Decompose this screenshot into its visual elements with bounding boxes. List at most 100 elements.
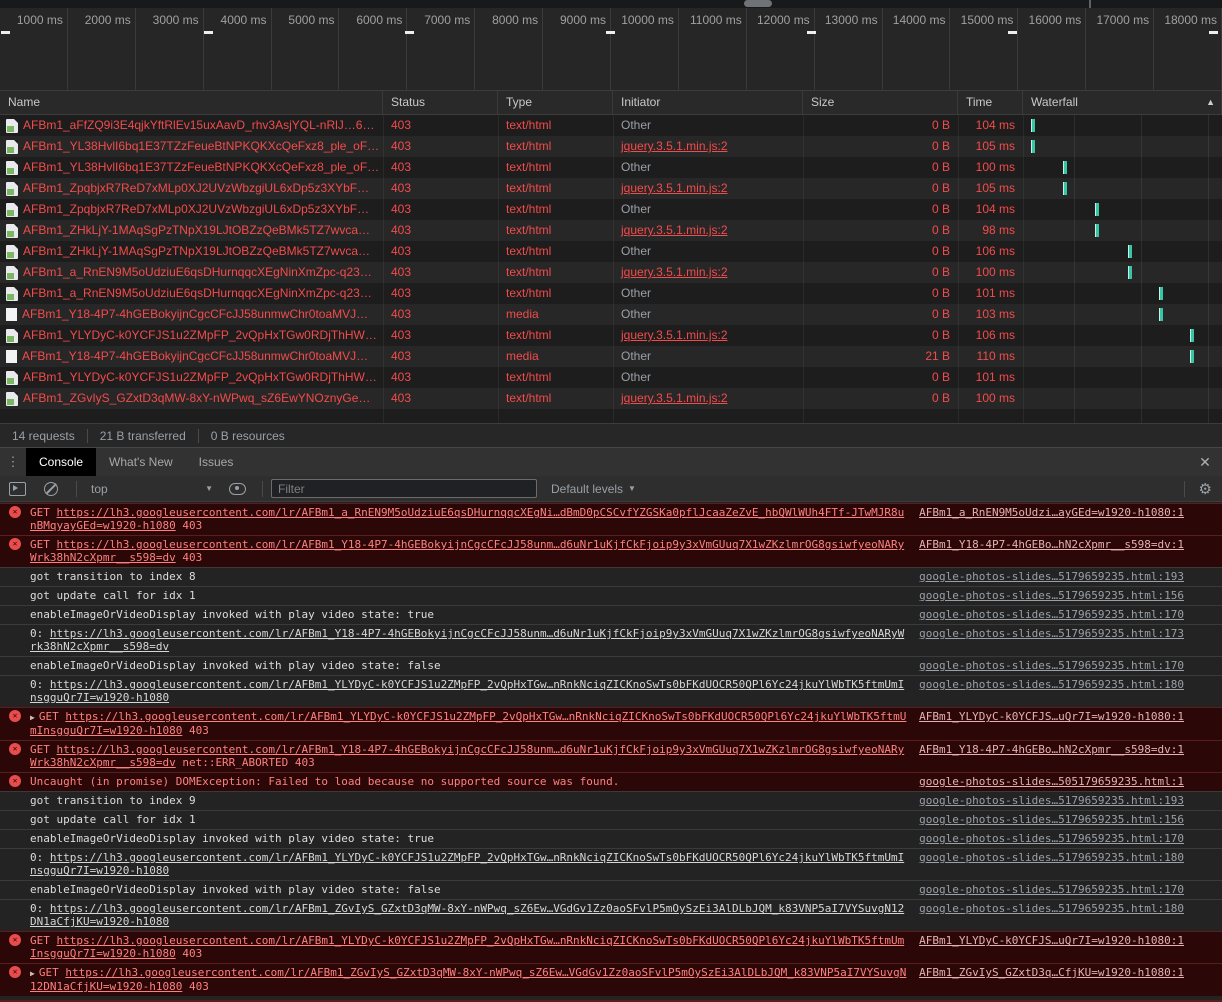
message-url-link[interactable]: https://lh3.googleusercontent.com/lr/AFB…: [30, 966, 906, 993]
column-separator[interactable]: [498, 115, 499, 423]
drawer-menu-icon[interactable]: ⋮: [0, 448, 26, 476]
request-name: AFBm1_YLYDyC-k0YCFJS1u2ZMpFP_2vQpHxTGw0R…: [23, 367, 377, 388]
message-source-link[interactable]: AFBm1_Y18-4P7-4hGEBo…hN2cXpmr__s598=dv:1: [907, 743, 1222, 756]
tab-whats-new[interactable]: What's New: [96, 448, 186, 476]
timeline-ruler[interactable]: 1000 ms2000 ms3000 ms4000 ms5000 ms6000 …: [0, 8, 1222, 91]
message-source-link[interactable]: google-photos-slides…5179659235.html:170: [907, 608, 1222, 621]
initiator-link[interactable]: jquery.3.5.1.min.js:2: [621, 223, 728, 237]
media-file-icon: [6, 308, 17, 321]
network-request-row[interactable]: AFBm1_ZHkLjY-1MAqSgPzTNpX19LJtOBZzQeBMk5…: [0, 220, 1222, 241]
message-source-link[interactable]: AFBm1_ZGvIyS_GZxtD3q…CfjKU=w1920-h1080:1: [907, 966, 1222, 979]
message-source-link[interactable]: google-photos-slides…5179659235.html:180: [907, 678, 1222, 691]
network-request-row[interactable]: AFBm1_ZGvIyS_GZxtD3qMW-8xY-nWPwq_sZ6EwYN…: [0, 388, 1222, 409]
network-request-row[interactable]: AFBm1_a_RnEN9M5oUdziuE6qsDHurnqqcXEgNinX…: [0, 262, 1222, 283]
request-waterfall: [1023, 115, 1222, 136]
message-source-link[interactable]: google-photos-slides…5179659235.html:156: [907, 589, 1222, 602]
request-initiator: jquery.3.5.1.min.js:2: [613, 178, 803, 199]
network-request-row[interactable]: AFBm1_Y18-4P7-4hGEBokyijnCgcCFcJJ58unmwC…: [0, 304, 1222, 325]
overview-scrubber-handle[interactable]: [744, 0, 772, 7]
message-source-link[interactable]: google-photos-slides…5179659235.html:180: [907, 851, 1222, 864]
live-expression-eye-icon[interactable]: [229, 483, 246, 495]
message-source-link[interactable]: google-photos-slides…505179659235.html:1: [907, 775, 1222, 788]
column-separator[interactable]: [958, 115, 959, 423]
request-name: AFBm1_YL38HvlI6bq1E37TZzFeueBtNPKQKXcQeF…: [23, 157, 379, 178]
clear-console-icon[interactable]: [44, 482, 58, 496]
message-source-link[interactable]: google-photos-slides…5179659235.html:156: [907, 813, 1222, 826]
network-request-row[interactable]: AFBm1_aFfZQ9i3E4qjkYftRlEv15uxAavD_rhv3A…: [0, 115, 1222, 136]
message-url-link[interactable]: https://lh3.googleusercontent.com/lr/AFB…: [30, 678, 904, 704]
message-source-link[interactable]: google-photos-slides…5179659235.html:180: [907, 902, 1222, 915]
message-text: Uncaught (in promise) DOMException: Fail…: [30, 775, 907, 788]
request-name: AFBm1_ZHkLjY-1MAqSgPzTNpX19LJtOBZzQeBMk5…: [23, 241, 370, 262]
column-header-type[interactable]: Type: [498, 91, 613, 114]
gear-icon[interactable]: ⚙: [1199, 480, 1212, 498]
network-request-row[interactable]: AFBm1_YL38HvlI6bq1E37TZzFeueBtNPKQKXcQeF…: [0, 157, 1222, 178]
close-icon[interactable]: ✕: [1188, 448, 1222, 476]
error-icon: ✕: [9, 506, 21, 518]
console-filter-input[interactable]: [271, 479, 537, 498]
message-source-link[interactable]: google-photos-slides…5179659235.html:170: [907, 832, 1222, 845]
column-header-waterfall[interactable]: Waterfall ▲: [1023, 91, 1222, 114]
network-request-row[interactable]: AFBm1_ZpqbjxR7ReD7xMLp0XJ2UVzWbzgiUL6xDp…: [0, 199, 1222, 220]
initiator-link[interactable]: jquery.3.5.1.min.js:2: [621, 328, 728, 342]
message-source-link[interactable]: AFBm1_Y18-4P7-4hGEBo…hN2cXpmr__s598=dv:1: [907, 538, 1222, 551]
column-header-status[interactable]: Status: [383, 91, 498, 114]
network-request-row[interactable]: AFBm1_YL38HvlI6bq1E37TZzFeueBtNPKQKXcQeF…: [0, 136, 1222, 157]
network-request-row[interactable]: AFBm1_ZpqbjxR7ReD7xMLp0XJ2UVzWbzgiUL6xDp…: [0, 178, 1222, 199]
column-header-time[interactable]: Time: [958, 91, 1023, 114]
console-sidebar-toggle-icon[interactable]: [9, 482, 26, 496]
request-size: 21 B: [803, 346, 958, 367]
request-initiator: jquery.3.5.1.min.js:2: [613, 220, 803, 241]
message-url-link[interactable]: https://lh3.googleusercontent.com/lr/AFB…: [30, 902, 904, 928]
column-separator[interactable]: [383, 115, 384, 423]
expand-triangle-icon[interactable]: ▶: [30, 967, 35, 980]
tab-console[interactable]: Console: [26, 448, 96, 476]
column-header-name[interactable]: Name: [0, 91, 383, 114]
network-request-row[interactable]: AFBm1_YLYDyC-k0YCFJS1u2ZMpFP_2vQpHxTGw0R…: [0, 325, 1222, 346]
timeline-label: 11000 ms: [679, 8, 747, 90]
column-separator[interactable]: [1023, 115, 1024, 423]
message-source-link[interactable]: AFBm1_a_RnEN9M5oUdzi…ayGEd=w1920-h1080:1: [907, 506, 1222, 519]
message-source-link[interactable]: google-photos-slides…5179659235.html:193: [907, 570, 1222, 583]
column-separator[interactable]: [803, 115, 804, 423]
network-request-row[interactable]: AFBm1_ZHkLjY-1MAqSgPzTNpX19LJtOBZzQeBMk5…: [0, 241, 1222, 262]
request-initiator: Other: [613, 199, 803, 220]
request-type: text/html: [498, 283, 613, 304]
message-url-link[interactable]: https://lh3.googleusercontent.com/lr/AFB…: [30, 934, 904, 960]
timeline-gridline: [1074, 115, 1075, 423]
column-header-initiator[interactable]: Initiator: [613, 91, 803, 114]
message-source-link[interactable]: google-photos-slides…5179659235.html:173: [907, 627, 1222, 640]
message-url-link[interactable]: https://lh3.googleusercontent.com/lr/AFB…: [30, 710, 906, 737]
network-request-row[interactable]: AFBm1_a_RnEN9M5oUdziuE6qsDHurnqqcXEgNinX…: [0, 283, 1222, 304]
column-header-size[interactable]: Size: [803, 91, 958, 114]
tab-issues[interactable]: Issues: [186, 448, 247, 476]
waterfall-bar: [1159, 308, 1163, 321]
request-status: 403: [383, 220, 498, 241]
message-source-link[interactable]: AFBm1_YLYDyC-k0YCFJS…uQr7I=w1920-h1080:1: [907, 710, 1222, 723]
initiator-link[interactable]: jquery.3.5.1.min.js:2: [621, 139, 728, 153]
log-levels-select[interactable]: Default levels ▼: [551, 482, 636, 496]
initiator-link[interactable]: jquery.3.5.1.min.js:2: [621, 265, 728, 279]
initiator-link[interactable]: jquery.3.5.1.min.js:2: [621, 391, 728, 405]
execution-context-select[interactable]: top ▼: [83, 482, 219, 496]
overview-strip: [0, 0, 1222, 8]
message-url-link[interactable]: https://lh3.googleusercontent.com/lr/AFB…: [30, 851, 904, 877]
message-url-link[interactable]: https://lh3.googleusercontent.com/lr/AFB…: [30, 627, 904, 653]
message-source-link[interactable]: google-photos-slides…5179659235.html:193: [907, 794, 1222, 807]
message-source-link[interactable]: AFBm1_YLYDyC-k0YCFJS…uQr7I=w1920-h1080:1: [907, 934, 1222, 947]
expand-triangle-icon[interactable]: ▶: [30, 711, 35, 724]
timeline-label: 10000 ms: [611, 8, 679, 90]
message-source-link[interactable]: google-photos-slides…5179659235.html:170: [907, 659, 1222, 672]
message-url-link[interactable]: https://lh3.googleusercontent.com/lr/AFB…: [30, 506, 904, 532]
message-source-link[interactable]: google-photos-slides…5179659235.html:170: [907, 883, 1222, 896]
network-request-row[interactable]: AFBm1_YLYDyC-k0YCFJS1u2ZMpFP_2vQpHxTGw0R…: [0, 367, 1222, 388]
request-time: 106 ms: [958, 241, 1023, 262]
document-file-icon: [6, 392, 18, 406]
initiator-link[interactable]: jquery.3.5.1.min.js:2: [621, 181, 728, 195]
column-separator[interactable]: [613, 115, 614, 423]
message-url-link[interactable]: https://lh3.googleusercontent.com/lr/AFB…: [30, 743, 904, 769]
timeline-tick: [1, 31, 10, 34]
console-log-message: got update call for idx 1google-photos-s…: [0, 586, 1222, 605]
message-url-link[interactable]: https://lh3.googleusercontent.com/lr/AFB…: [30, 538, 904, 564]
network-request-row[interactable]: AFBm1_Y18-4P7-4hGEBokyijnCgcCFcJJ58unmwC…: [0, 346, 1222, 367]
